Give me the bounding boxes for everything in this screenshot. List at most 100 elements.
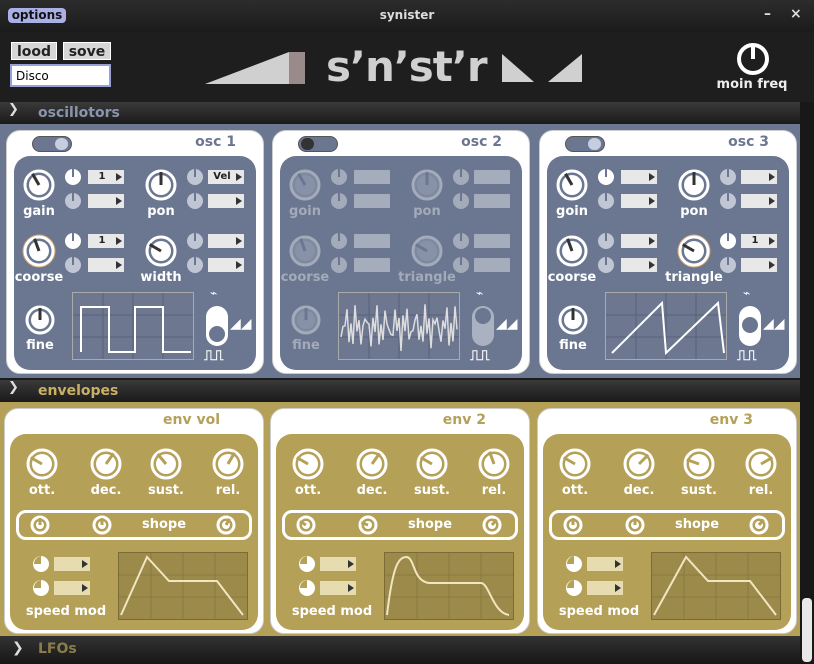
coarse-mod-source-1[interactable] [354,234,390,248]
coarse-mod-source-2[interactable] [88,258,124,272]
coarse-mod-source-2[interactable] [621,258,657,272]
env-shape-knob-1[interactable] [296,515,316,539]
osc-enable-toggle[interactable] [32,136,72,152]
speed-mod-knob-2[interactable] [298,579,316,601]
env-shape-knob-1[interactable] [30,515,50,539]
env-rel-knob[interactable] [212,448,244,484]
env-sust-knob[interactable] [683,448,715,484]
shape-mod-knob-1[interactable] [719,232,737,254]
env-dec-knob[interactable] [623,448,655,484]
env-dec-knob[interactable] [356,448,388,484]
gain-mod-source-1[interactable] [621,170,657,184]
shape-mod-knob-2[interactable] [452,256,470,278]
pan-mod-source-1[interactable] [741,170,777,184]
env-shape-knob-3[interactable] [749,515,769,539]
shape-mod-source-2[interactable] [474,258,510,272]
coarse-knob[interactable] [555,234,589,272]
waveform-selector-switch[interactable] [739,306,761,346]
pan-mod-source-2[interactable] [474,194,510,208]
gain-mod-source-1[interactable]: 1 [88,170,124,184]
pan-mod-knob-1[interactable] [452,168,470,190]
gain-mod-knob-2[interactable] [597,192,615,214]
main-freq-knob[interactable] [736,42,770,76]
gain-mod-knob-1[interactable] [64,168,82,190]
env-shape-knob-1[interactable] [563,515,583,539]
gain-knob[interactable] [288,168,322,206]
gain-mod-source-2[interactable] [88,194,124,208]
waveform-selector-switch[interactable] [472,306,494,346]
env-att-knob[interactable] [26,448,58,484]
pan-mod-source-1[interactable] [474,170,510,184]
gain-mod-knob-1[interactable] [597,168,615,190]
speed-mod-source-1[interactable] [320,557,356,571]
minimize-button[interactable]: – [764,6,771,22]
pan-mod-source-2[interactable] [741,194,777,208]
gain-mod-knob-1[interactable] [330,168,348,190]
shape-mod-knob-2[interactable] [719,256,737,278]
scrollbar-track[interactable] [800,102,814,664]
fine-knob[interactable] [557,304,589,340]
pan-mod-knob-2[interactable] [452,192,470,214]
waveform-selector-switch[interactable] [206,306,228,346]
speed-mod-source-2[interactable] [320,581,356,595]
osc-enable-toggle[interactable] [565,136,605,152]
speed-mod-source-2[interactable] [54,581,90,595]
speed-mod-source-1[interactable] [54,557,90,571]
shape-mod-source-2[interactable] [208,258,244,272]
speed-mod-source-2[interactable] [587,581,623,595]
envelopes-section-header[interactable]: ❯ envelopes [0,380,800,402]
coarse-mod-knob-1[interactable] [597,232,615,254]
coarse-mod-source-2[interactable] [354,258,390,272]
env-sust-knob[interactable] [150,448,182,484]
gain-knob[interactable] [22,168,56,206]
pan-mod-source-2[interactable] [208,194,244,208]
close-button[interactable]: × [790,6,802,22]
oscillators-section-header[interactable]: ❯ oscillotors [0,102,800,124]
pan-knob[interactable] [677,168,711,206]
speed-mod-knob-1[interactable] [298,555,316,577]
env-shape-knob-2[interactable] [92,515,112,539]
speed-mod-knob-1[interactable] [565,555,583,577]
coarse-mod-knob-2[interactable] [64,256,82,278]
speed-mod-knob-1[interactable] [32,555,50,577]
gain-mod-source-2[interactable] [621,194,657,208]
gain-mod-knob-2[interactable] [64,192,82,214]
gain-mod-knob-2[interactable] [330,192,348,214]
shape-mod-knob-2[interactable] [186,256,204,278]
pan-mod-knob-1[interactable] [719,168,737,190]
env-att-knob[interactable] [559,448,591,484]
lfos-section-header[interactable]: ❯ LFOs [0,636,800,664]
pan-mod-knob-2[interactable] [186,192,204,214]
shape-knob[interactable] [677,234,711,272]
shape-mod-source-1[interactable] [474,234,510,248]
load-button[interactable]: lood [11,42,57,60]
env-att-knob[interactable] [292,448,324,484]
pan-knob[interactable] [410,168,444,206]
env-rel-knob[interactable] [745,448,777,484]
gain-mod-source-1[interactable] [354,170,390,184]
gain-mod-source-2[interactable] [354,194,390,208]
shape-mod-source-2[interactable] [741,258,777,272]
speed-mod-knob-2[interactable] [32,579,50,601]
speed-mod-source-1[interactable] [587,557,623,571]
pan-mod-knob-1[interactable] [186,168,204,190]
env-sust-knob[interactable] [416,448,448,484]
coarse-mod-knob-1[interactable] [64,232,82,254]
env-shape-knob-3[interactable] [482,515,502,539]
env-shape-knob-2[interactable] [625,515,645,539]
shape-knob[interactable] [410,234,444,272]
scrollbar-thumb[interactable] [802,598,812,662]
fine-knob[interactable] [290,304,322,340]
shape-mod-source-1[interactable] [208,234,244,248]
pan-knob[interactable] [144,168,178,206]
speed-mod-knob-2[interactable] [565,579,583,601]
osc-enable-toggle[interactable] [298,136,338,152]
pan-mod-knob-2[interactable] [719,192,737,214]
coarse-mod-knob-2[interactable] [597,256,615,278]
save-button[interactable]: sove [63,42,111,60]
shape-mod-knob-1[interactable] [186,232,204,254]
env-shape-knob-3[interactable] [216,515,236,539]
coarse-knob[interactable] [288,234,322,272]
coarse-mod-source-1[interactable]: 1 [88,234,124,248]
shape-mod-knob-1[interactable] [452,232,470,254]
